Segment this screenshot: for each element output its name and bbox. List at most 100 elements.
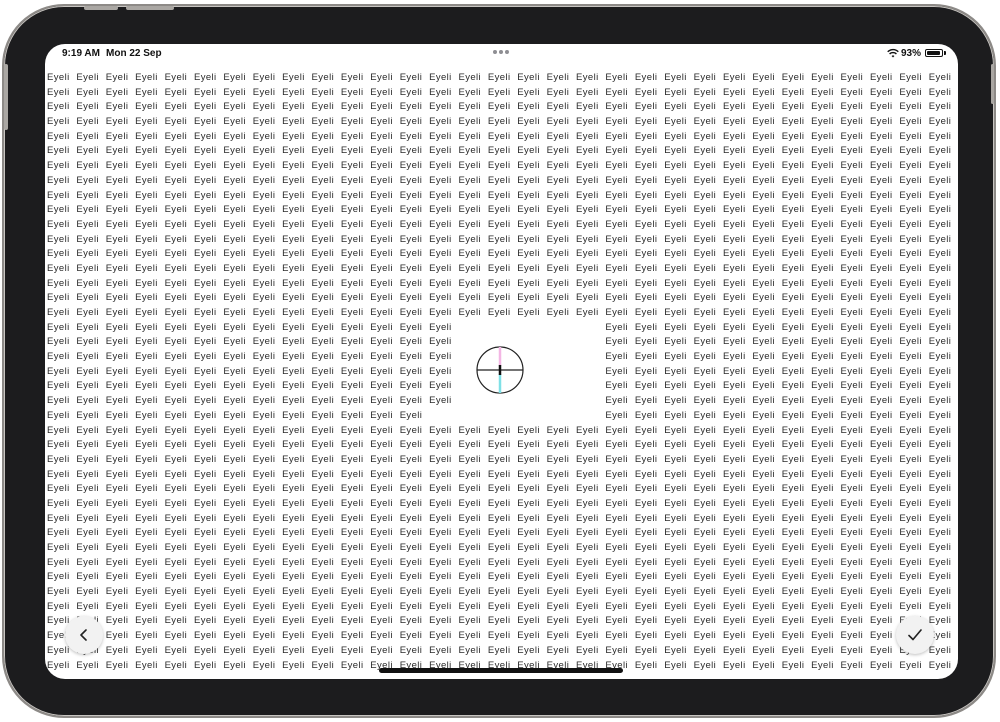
test-word: Eyeli [781,644,805,656]
test-word: Eyeli [429,351,452,363]
test-word: Eyeli [76,512,99,524]
test-word: Eyeli [282,160,305,172]
test-word: Eyeli [722,453,746,465]
test-word: Eyeli [282,86,305,98]
test-word: Eyeli [370,453,393,465]
test-word: Eyeli [605,409,629,421]
test-word: Eyeli [664,468,687,480]
test-word: Eyeli [47,336,70,348]
test-word: Eyeli [429,204,452,216]
test-word: Eyeli [811,101,834,113]
test-word: Eyeli [135,453,158,465]
test-word: Eyeli [752,160,775,172]
test-word: Eyeli [576,571,599,583]
test-word: Eyeli [340,72,364,83]
test-word: Eyeli [340,365,364,377]
test-word: Eyeli [811,218,834,230]
multitasking-dots-icon[interactable] [492,46,512,58]
test-word: Eyeli [664,174,687,186]
test-word: Eyeli [928,277,952,289]
test-word: Eyeli [164,571,188,583]
test-word: Eyeli [105,218,129,230]
test-row: Eyeli Eyeli Eyeli Eyeli Eyeli Eyeli Eyeli Eyeli… [47,541,958,556]
test-word: Eyeli [869,277,893,289]
test-word: Eyeli [811,204,834,216]
test-word: Eyeli [105,380,129,392]
test-word: Eyeli [634,659,658,671]
test-word: Eyeli [840,439,864,451]
test-word: Eyeli [311,277,335,289]
test-word: Eyeli [693,483,717,495]
test-row: Eyeli Eyeli Eyeli Eyeli Eyeli Eyeli Eyeli Eyeli… [47,482,958,497]
test-word: Eyeli [840,116,864,128]
test-word: Eyeli [869,351,893,363]
test-word: Eyeli [311,571,335,583]
test-row: Eyeli Eyeli Eyeli Eyeli Eyeli Eyeli Eyeli Eyeli… [47,644,958,659]
test-word: Eyeli [135,307,158,318]
test-word: Eyeli [693,615,717,627]
test-word: Eyeli [487,542,511,553]
test-word: Eyeli [252,145,276,157]
test-word: Eyeli [605,262,629,274]
test-word: Eyeli [76,218,99,230]
test-word: Eyeli [311,542,335,553]
test-word: Eyeli [311,468,335,480]
test-word: Eyeli [193,160,217,172]
test-word: Eyeli [693,86,717,98]
test-word: Eyeli [693,586,717,598]
test-row: Eyeli Eyeli Eyeli Eyeli Eyeli Eyeli Eyeli Eyeli… [47,277,958,292]
test-word: Eyeli [869,586,893,598]
test-word: Eyeli [693,145,717,157]
test-word: Eyeli [223,277,246,289]
test-word: Eyeli [840,262,864,274]
test-word: Eyeli [664,453,687,465]
back-button[interactable] [65,616,103,654]
test-word: Eyeli [252,556,276,568]
test-word: Eyeli [399,439,423,451]
test-word: Eyeli [47,542,70,553]
test-word: Eyeli [370,101,393,113]
test-word: Eyeli [487,218,511,230]
test-word: Eyeli [105,351,129,363]
test-word: Eyeli [399,174,423,186]
test-word: Eyeli [899,321,922,333]
test-word: Eyeli [634,542,658,553]
test-word: Eyeli [811,292,834,304]
test-word: Eyeli [693,101,717,113]
test-word: Eyeli [576,116,599,128]
test-word: Eyeli [223,101,246,113]
test-word: Eyeli [899,189,922,201]
test-word: Eyeli [752,556,775,568]
test-word: Eyeli [899,409,922,421]
test-word: Eyeli [164,630,188,642]
test-word: Eyeli [752,174,775,186]
test-word: Eyeli [223,336,246,348]
test-word: Eyeli [193,307,217,318]
done-button[interactable] [896,616,934,654]
test-word: Eyeli [370,395,393,407]
home-indicator[interactable] [379,668,623,673]
test-word: Eyeli [840,72,864,83]
test-word: Eyeli [752,527,775,539]
test-word: Eyeli [752,130,775,142]
test-word: Eyeli [429,424,452,436]
test-word: Eyeli [223,174,246,186]
test-word: Eyeli [193,292,217,304]
test-word: Eyeli [105,600,129,612]
test-word: Eyeli [487,615,511,627]
test-word: Eyeli [223,395,246,407]
test-word: Eyeli [517,571,540,583]
test-word: Eyeli [664,630,687,642]
test-word: Eyeli [105,630,129,642]
test-word: Eyeli [399,497,423,509]
test-word: Eyeli [722,512,746,524]
test-word: Eyeli [664,424,687,436]
test-row: Eyeli Eyeli Eyeli Eyeli Eyeli Eyeli Eyeli Eyeli… [47,247,958,262]
test-word: Eyeli [399,615,423,627]
test-word: Eyeli [869,615,893,627]
test-word: Eyeli [223,483,246,495]
test-word: Eyeli [340,130,364,142]
test-word: Eyeli [517,160,540,172]
test-word: Eyeli [752,72,775,83]
chevron-left-icon [80,629,87,641]
